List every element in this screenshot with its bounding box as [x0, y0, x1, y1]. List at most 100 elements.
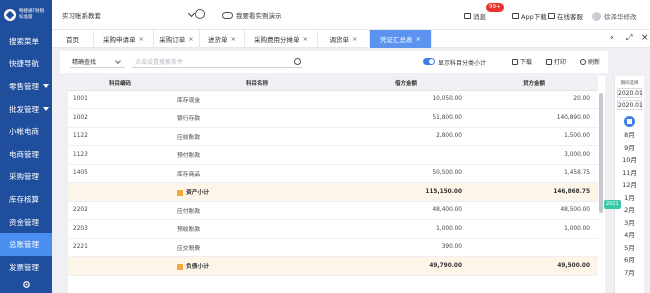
close-tab-icon[interactable]: × [231, 35, 236, 43]
month-item[interactable]: 10月 [615, 154, 644, 167]
subtotal-row[interactable]: 资产小计 115,150.00 146,868.75 [68, 182, 598, 202]
search-input[interactable]: 点击设置搜索条件 [132, 56, 302, 68]
tab[interactable]: 凭证汇总表 × [370, 30, 432, 48]
sidebar-item[interactable]: 库存核算 [0, 188, 52, 211]
sidebar-item[interactable]: 快捷导航 [0, 53, 52, 76]
cell-name-text: 库存现金 [177, 97, 201, 104]
sidebar-item[interactable]: 批发管理 [0, 98, 52, 121]
app-download-button[interactable]: App下载 [512, 11, 547, 21]
column-header-name[interactable]: 科目名称 [172, 76, 342, 91]
close-tab-icon[interactable]: × [416, 35, 421, 43]
cell-code-text: 1002 [73, 114, 88, 121]
table-row[interactable]: 1001 库存现金 10,050.00 20.00 [68, 90, 598, 109]
account-selector[interactable]: 实习账系教套 [62, 8, 196, 22]
sidebar-item-label: 库存核算 [9, 194, 39, 204]
caret-down-icon [43, 84, 49, 89]
sidebar-item[interactable]: 总账管理 [0, 233, 52, 256]
cell-code-text: 2202 [73, 207, 88, 214]
cell-credit [470, 238, 598, 257]
demo-link[interactable]: 我要看实例演示 [222, 10, 282, 20]
column-header-credit[interactable]: 贷方金额 [470, 76, 598, 91]
cell-debit: 50,500.00 [342, 164, 470, 183]
user-menu[interactable]: 徐泽华修改 [592, 11, 637, 21]
cell-credit: 20.00 [470, 90, 598, 109]
table-row[interactable]: 2221 应交税费 390.00 [68, 238, 598, 257]
table-row[interactable]: 1122 应收账款 2,800.00 1,500.00 [68, 127, 598, 146]
close-tab-icon[interactable]: × [188, 35, 193, 43]
print-button[interactable]: 打印 [546, 57, 566, 66]
month-item[interactable]: 5月 [615, 242, 644, 255]
table-row[interactable]: 1405 库存商品 50,500.00 1,458.75 [68, 164, 598, 183]
messages-button[interactable]: 消息 [464, 11, 486, 21]
table-row[interactable]: 1002 银行存款 51,800.00 140,890.00 [68, 108, 598, 128]
month-item[interactable]: 6月 [615, 254, 644, 267]
table-header-row: 科目编码 科目名称 借方金额 贷方金额 [68, 76, 598, 91]
tab[interactable]: 采购费用分摊单 × [245, 30, 318, 48]
chevron-down-icon [115, 58, 121, 64]
month-item[interactable]: 3月 [615, 217, 644, 230]
tab-label: 首页 [66, 36, 79, 44]
cell-name: 库存现金 [172, 90, 342, 109]
tab[interactable]: 采购申请单 × [94, 30, 154, 48]
subtotal-row[interactable]: 负债小计 49,790.00 49,500.00 [68, 256, 598, 276]
search-mode-select[interactable]: 精确查找 [70, 56, 125, 68]
cell-debit [342, 145, 470, 165]
cell-debit: 48,400.00 [342, 201, 470, 220]
close-all-icon[interactable]: × [641, 33, 649, 43]
period-from[interactable]: 2020.01 [617, 88, 643, 98]
home-icon[interactable] [624, 116, 635, 127]
sidebar-item[interactable]: 采购管理 [0, 166, 52, 189]
vertical-scrollbar[interactable] [599, 93, 603, 213]
cell-name: 资产小计 [172, 182, 342, 202]
cell-name: 预收账款 [172, 219, 342, 239]
table-row[interactable]: 2202 应付账款 48,400.00 48,500.00 [68, 201, 598, 220]
month-item[interactable]: 8月 [615, 129, 644, 142]
subtotal-toggle[interactable] [423, 58, 435, 65]
column-header-debit[interactable]: 借方金额 [342, 76, 470, 91]
logo: 畅捷通T财税 标准版 [0, 0, 52, 30]
sidebar-item[interactable]: 资金管理 [0, 211, 52, 234]
sidebar-item[interactable]: 零售管理 [0, 75, 52, 98]
close-tab-icon[interactable]: × [352, 35, 357, 43]
online-service-button[interactable]: 在线客服 [548, 11, 583, 21]
close-tab-icon[interactable]: × [139, 35, 144, 43]
cell-debit: 390.00 [342, 238, 470, 257]
close-tab-icon[interactable]: × [303, 35, 308, 43]
tab-label: 采购费用分摊单 [254, 36, 300, 44]
cell-code-text: 1123 [73, 151, 88, 158]
month-item[interactable]: 9月 [615, 142, 644, 155]
headset-icon [548, 13, 555, 19]
table-row[interactable]: 1123 预付账款 3,000.00 [68, 145, 598, 165]
sidebar-item[interactable]: 搜索菜单 [0, 30, 52, 53]
column-header-code[interactable]: 科目编码 [68, 76, 172, 91]
sidebar-item[interactable]: 小帐电商 [0, 120, 52, 143]
sidebar-item-label: 电商管理 [9, 149, 39, 159]
month-item[interactable]: 12月 [615, 179, 644, 192]
chevron-right-icon[interactable]: › [610, 33, 614, 43]
cell-credit-text: 140,890.00 [556, 114, 590, 121]
fullscreen-icon[interactable]: ⤢ [626, 33, 632, 43]
refresh-button[interactable]: 刷新 [580, 57, 600, 66]
tab[interactable]: 采购订单 × [154, 30, 200, 48]
tab[interactable]: 调货单 × [318, 30, 370, 48]
search-icon[interactable] [294, 58, 301, 65]
month-item[interactable]: 4月 [615, 229, 644, 242]
gear-icon[interactable] [195, 9, 205, 19]
download-button[interactable]: 下载 [512, 57, 532, 66]
tab-label: 调货单 [329, 36, 350, 44]
cell-credit-text: 48,500.00 [560, 207, 590, 214]
logo-subtitle: 标准版 [19, 15, 33, 20]
tab[interactable]: 进货单 × [200, 30, 245, 48]
settings-gear-icon[interactable] [0, 276, 52, 293]
cell-code: 1002 [68, 108, 172, 128]
cell-credit-text: 1,458.75 [564, 170, 590, 177]
tab[interactable]: 首页 [52, 30, 94, 48]
print-label: 打印 [554, 59, 567, 66]
sidebar-item[interactable]: 电商管理 [0, 143, 52, 166]
cell-code: 1123 [68, 145, 172, 165]
table-row[interactable]: 2203 预收账款 1,000.00 1,000.00 [68, 219, 598, 239]
period-to[interactable]: 2020.01 [617, 100, 643, 110]
month-item[interactable]: 7月 [615, 267, 644, 280]
month-item[interactable]: 11月 [615, 167, 644, 180]
sidebar-item-label: 发票管理 [9, 262, 39, 272]
